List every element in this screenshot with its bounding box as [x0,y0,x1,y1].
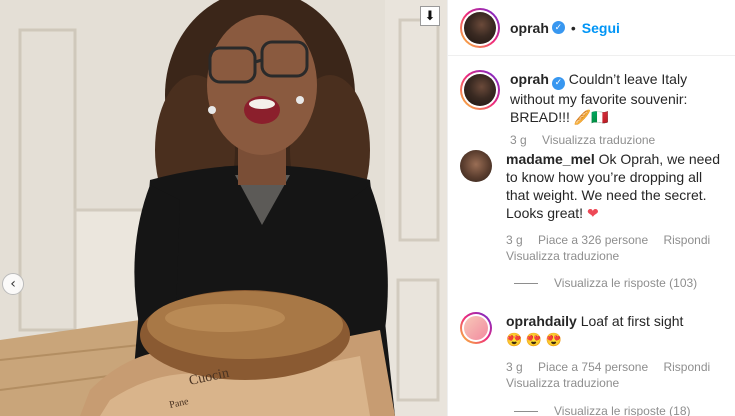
comment-text: Loaf at first sight [580,313,684,329]
caption-time: 3 g [510,132,527,147]
comment-time: 3 g [506,360,523,374]
caption-avatar[interactable] [460,70,500,110]
view-replies-button[interactable]: Visualizza le risposte (18) [514,404,691,416]
view-replies-button[interactable]: Visualizza le risposte (103) [514,276,697,290]
header-separator: • [570,19,576,36]
carousel-prev-button[interactable]: ‹ [2,273,24,295]
comment-likes[interactable]: Piace a 754 persone [538,360,648,374]
comment-time: 3 g [506,233,523,247]
follow-button[interactable]: Segui [582,20,620,36]
caption-translate-link[interactable]: Visualizza traduzione [542,133,655,147]
post-caption: oprah ✓ Couldn’t leave Italy without my f… [460,70,727,148]
comment-item: oprahdaily Loaf at first sight 😍 😍 😍 3 g… [460,312,727,391]
comment-translate-link[interactable]: Visualizza traduzione [506,376,619,390]
post-header: oprah ✓ • Segui [448,0,735,56]
verified-badge-icon: ✓ [551,21,565,34]
header-username[interactable]: oprah [510,20,549,36]
post-side-panel: oprah ✓ • Segui oprah ✓ Couldn’t leave It… [447,0,735,416]
caption-verified-badge-icon: ✓ [551,76,565,90]
view-replies-label: Visualizza le risposte (18) [554,404,691,416]
replies-divider [514,282,538,284]
chevron-left-icon: ‹ [10,276,16,292]
download-button[interactable]: ⬇ [420,6,440,26]
comment-reply-button[interactable]: Rispondi [663,233,710,247]
caption-username[interactable]: oprah [510,71,549,87]
heart-eyes-emoji-icon: 😍 😍 😍 [506,332,562,347]
post-photo: Cuocin Pane ‹ ⬇ [0,0,447,416]
comment-reply-button[interactable]: Rispondi [663,360,710,374]
heart-emoji-icon: ❤ [586,205,599,221]
comment-username[interactable]: oprahdaily [506,313,577,329]
comment-translate-link[interactable]: Visualizza traduzione [506,249,619,263]
view-replies-label: Visualizza le risposte (103) [554,276,698,290]
download-arrow-icon: ⬇ [424,8,436,24]
photo-illustration: Cuocin Pane [0,0,447,416]
commenter-avatar[interactable] [460,312,492,344]
comment-item: madame_mel Ok Oprah, we need to know how… [460,150,727,264]
comment-likes[interactable]: Piace a 326 persone [538,233,648,247]
header-avatar[interactable] [460,7,500,48]
comment-username[interactable]: madame_mel [506,151,595,167]
commenter-avatar[interactable] [460,150,492,182]
replies-divider [514,410,538,412]
